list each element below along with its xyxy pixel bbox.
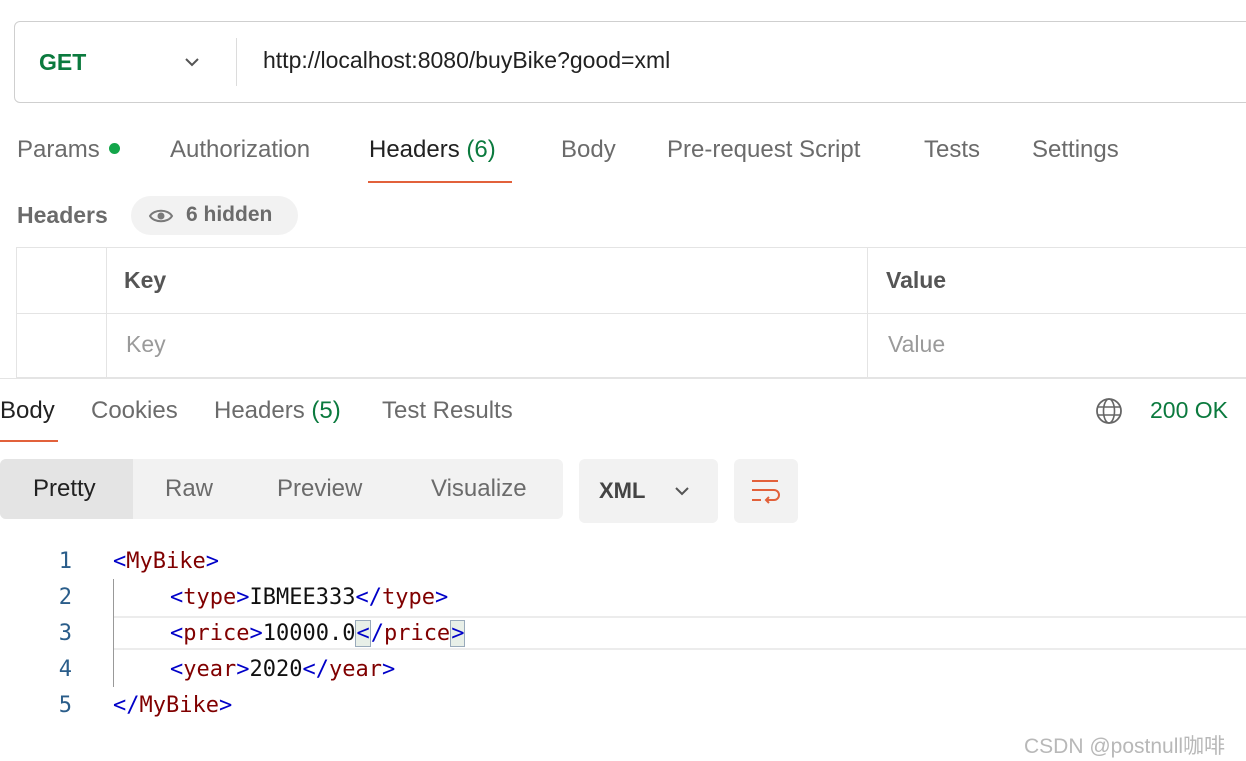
column-header-key: Key — [124, 267, 167, 293]
xml-tag: MyBike — [126, 549, 206, 574]
xml-tag: MyBike — [139, 693, 219, 718]
method-select[interactable]: GET — [39, 49, 86, 76]
status-badge: 200 OK — [1150, 397, 1228, 423]
tab-headers[interactable]: Headers (6) — [369, 136, 496, 164]
tab-params-label: Params — [17, 136, 100, 163]
watermark: CSDN @postnull咖啡 — [1024, 735, 1226, 758]
tab-tests[interactable]: Tests — [924, 136, 980, 164]
line-number: 1 — [58, 549, 72, 574]
value-input[interactable]: Value — [888, 331, 945, 358]
active-response-tab-indicator — [0, 440, 58, 442]
params-indicator-dot — [108, 143, 120, 155]
view-raw-button[interactable]: Raw — [165, 475, 213, 503]
url-divider — [236, 38, 237, 86]
xml-tag: price — [183, 621, 250, 646]
active-tab-indicator — [368, 181, 512, 183]
headers-section-title: Headers — [17, 202, 108, 228]
xml-tag: type — [183, 585, 237, 610]
table-divider — [867, 247, 868, 378]
response-tab-body[interactable]: Body — [0, 397, 55, 425]
xml-value: 10000.0 — [262, 621, 356, 646]
xml-tag: year — [183, 657, 237, 682]
wrap-lines-icon — [752, 480, 780, 504]
tab-authorization[interactable]: Authorization — [170, 136, 310, 164]
tab-headers-label: Headers — [369, 136, 460, 163]
view-preview-button[interactable]: Preview — [277, 475, 362, 503]
response-tab-headers-count: (5) — [311, 397, 341, 424]
response-divider — [0, 378, 1246, 379]
line-number: 2 — [58, 585, 72, 610]
tab-body[interactable]: Body — [561, 136, 616, 164]
column-header-value: Value — [886, 267, 947, 293]
view-pretty-button[interactable]: Pretty — [33, 475, 96, 503]
response-tab-test-results[interactable]: Test Results — [382, 397, 513, 425]
url-input[interactable]: http://localhost:8080/buyBike?good=xml — [263, 47, 670, 74]
xml-tag: price — [383, 621, 451, 646]
response-tab-headers[interactable]: Headers (5) — [214, 397, 341, 425]
chevron-down-icon[interactable] — [181, 51, 203, 73]
format-label: XML — [599, 478, 646, 503]
hidden-headers-count: 6 hidden — [186, 203, 273, 226]
xml-value: IBMEE333 — [249, 585, 356, 610]
xml-tag: year — [328, 657, 382, 682]
key-input[interactable]: Key — [126, 331, 166, 358]
eye-icon — [148, 209, 174, 223]
tab-settings[interactable]: Settings — [1032, 136, 1119, 164]
response-tab-cookies[interactable]: Cookies — [91, 397, 178, 425]
view-visualize-button[interactable]: Visualize — [431, 475, 527, 503]
code-line: </MyBike> — [113, 693, 233, 718]
xml-value: 2020 — [249, 657, 303, 682]
code-line: <year>2020</year> — [170, 657, 396, 682]
tab-prerequest-script[interactable]: Pre-request Script — [667, 136, 860, 164]
code-line: <type>IBMEE333</type> — [170, 585, 449, 610]
url-bar: GET http://localhost:8080/buyBike?good=x… — [14, 21, 1246, 103]
globe-icon[interactable] — [1094, 396, 1124, 426]
xml-tag: type — [381, 585, 435, 610]
tab-headers-count: (6) — [466, 136, 496, 163]
line-number: 5 — [58, 693, 72, 718]
line-number: 3 — [58, 621, 72, 646]
response-tab-headers-label: Headers — [214, 397, 305, 424]
table-divider — [106, 247, 107, 378]
table-divider — [16, 313, 1246, 314]
tab-params[interactable]: Params — [17, 136, 120, 164]
chevron-down-icon — [675, 487, 689, 496]
line-number: 4 — [58, 657, 72, 682]
code-line: <price>10000.0</price> — [170, 620, 466, 647]
indent-guide — [113, 579, 114, 687]
code-line: <MyBike> — [113, 549, 219, 574]
